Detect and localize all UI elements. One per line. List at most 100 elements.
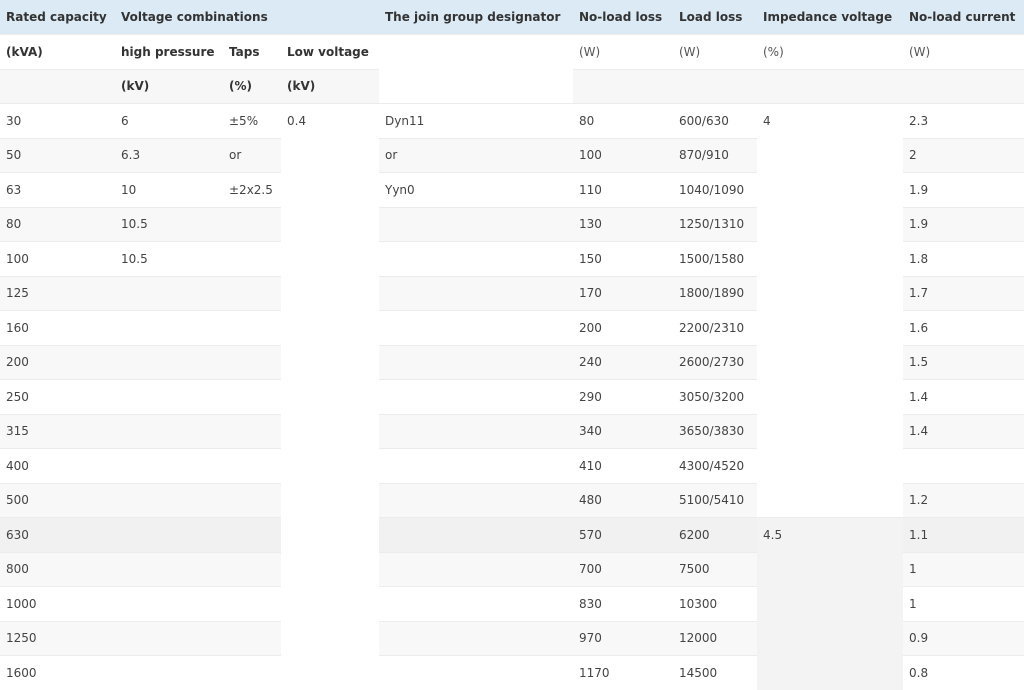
cell-load-loss: 5100/5410 (673, 483, 757, 518)
cell-no-load-loss: 410 (573, 449, 673, 484)
cell-no-load-current: 1.4 (903, 414, 1024, 449)
cell-no-load-loss: 290 (573, 380, 673, 415)
cell-no-load-current: 1.9 (903, 207, 1024, 242)
cell-load-loss: 6200 (673, 518, 757, 553)
cell-load-loss: 1800/1890 (673, 276, 757, 311)
cell-no-load-current: 2.3 (903, 104, 1024, 139)
cell-impedance-voltage: 4.5 (757, 518, 903, 690)
table-row: 306±5%0.4Dyn1180600/63042.3 (0, 104, 1024, 139)
cell-taps (223, 414, 281, 449)
cell-rated-capacity: 315 (0, 414, 115, 449)
cell-taps (223, 242, 281, 277)
cell-taps (223, 621, 281, 656)
cell-no-load-loss: 80 (573, 104, 673, 139)
cell-low-voltage: 0.4 (281, 104, 379, 690)
subheader-unit (903, 69, 1024, 104)
cell-no-load-current: 1.2 (903, 483, 1024, 518)
cell-rated-capacity: 500 (0, 483, 115, 518)
header-row: Rated capacityVoltage combinationsThe jo… (0, 0, 1024, 35)
cell-taps (223, 587, 281, 622)
cell-join-group (379, 345, 573, 380)
cell-high-pressure: 6 (115, 104, 223, 139)
subheader-high-pressure: high pressure (115, 35, 223, 70)
cell-load-loss: 1250/1310 (673, 207, 757, 242)
cell-no-load-loss: 970 (573, 621, 673, 656)
cell-no-load-current: 1 (903, 552, 1024, 587)
cell-no-load-loss: 110 (573, 173, 673, 208)
cell-join-group (379, 552, 573, 587)
cell-join-group (379, 518, 573, 553)
cell-load-loss: 870/910 (673, 138, 757, 173)
cell-high-pressure (115, 345, 223, 380)
cell-join-group (379, 242, 573, 277)
cell-no-load-current: 1.9 (903, 173, 1024, 208)
cell-taps (223, 380, 281, 415)
subheader-unit: (kV) (281, 69, 379, 104)
cell-no-load-loss: 570 (573, 518, 673, 553)
cell-no-load-loss: 480 (573, 483, 673, 518)
cell-high-pressure (115, 449, 223, 484)
cell-join-group: Dyn11 (379, 104, 573, 139)
cell-no-load-current: 1.7 (903, 276, 1024, 311)
subheader-row: (kVA)high pressureTapsLow voltage(W)(W)(… (0, 35, 1024, 70)
cell-load-loss: 1500/1580 (673, 242, 757, 277)
subheader-unit (673, 69, 757, 104)
cell-no-load-loss: 170 (573, 276, 673, 311)
cell-no-load-current: 1.4 (903, 380, 1024, 415)
cell-high-pressure: 10.5 (115, 242, 223, 277)
cell-high-pressure (115, 518, 223, 553)
cell-join-group (379, 587, 573, 622)
cell-load-loss: 14500 (673, 656, 757, 690)
cell-rated-capacity: 100 (0, 242, 115, 277)
cell-join-group (379, 656, 573, 690)
cell-taps (223, 311, 281, 346)
cell-no-load-loss: 830 (573, 587, 673, 622)
cell-taps (223, 207, 281, 242)
cell-join-group (379, 621, 573, 656)
cell-rated-capacity: 630 (0, 518, 115, 553)
cell-rated-capacity: 1250 (0, 621, 115, 656)
subheader-unit (0, 69, 115, 104)
cell-load-loss: 1040/1090 (673, 173, 757, 208)
subheader-unit: (%) (757, 35, 903, 70)
cell-high-pressure: 10 (115, 173, 223, 208)
cell-load-loss: 2200/2310 (673, 311, 757, 346)
cell-join-group (379, 414, 573, 449)
cell-rated-capacity: 200 (0, 345, 115, 380)
cell-high-pressure (115, 621, 223, 656)
cell-rated-capacity: 30 (0, 104, 115, 139)
subheader-unit: (%) (223, 69, 281, 104)
table-row: 63057062004.51.1 (0, 518, 1024, 553)
cell-high-pressure (115, 414, 223, 449)
cell-load-loss: 2600/2730 (673, 345, 757, 380)
cell-high-pressure (115, 656, 223, 690)
cell-load-loss: 10300 (673, 587, 757, 622)
cell-no-load-loss: 240 (573, 345, 673, 380)
cell-load-loss: 4300/4520 (673, 449, 757, 484)
cell-rated-capacity: 1000 (0, 587, 115, 622)
cell-no-load-current: 0.9 (903, 621, 1024, 656)
cell-no-load-loss: 1170 (573, 656, 673, 690)
cell-join-group (379, 380, 573, 415)
cell-load-loss: 3650/3830 (673, 414, 757, 449)
subheader-taps: Taps (223, 35, 281, 70)
cell-high-pressure (115, 552, 223, 587)
cell-no-load-loss: 340 (573, 414, 673, 449)
cell-rated-capacity: 125 (0, 276, 115, 311)
cell-join-group (379, 449, 573, 484)
cell-taps (223, 656, 281, 690)
cell-no-load-current: 1.5 (903, 345, 1024, 380)
cell-no-load-current: 1.8 (903, 242, 1024, 277)
cell-rated-capacity: 50 (0, 138, 115, 173)
cell-rated-capacity: 800 (0, 552, 115, 587)
cell-taps (223, 552, 281, 587)
cell-join-group: Yyn0 (379, 173, 573, 208)
header-load-loss: Load loss (673, 0, 757, 35)
header-impedance-voltage: Impedance voltage (757, 0, 903, 35)
cell-no-load-loss: 200 (573, 311, 673, 346)
cell-high-pressure (115, 380, 223, 415)
cell-taps (223, 518, 281, 553)
cell-no-load-loss: 100 (573, 138, 673, 173)
subheader-low-voltage: Low voltage (281, 35, 379, 70)
cell-taps: ±5% (223, 104, 281, 139)
